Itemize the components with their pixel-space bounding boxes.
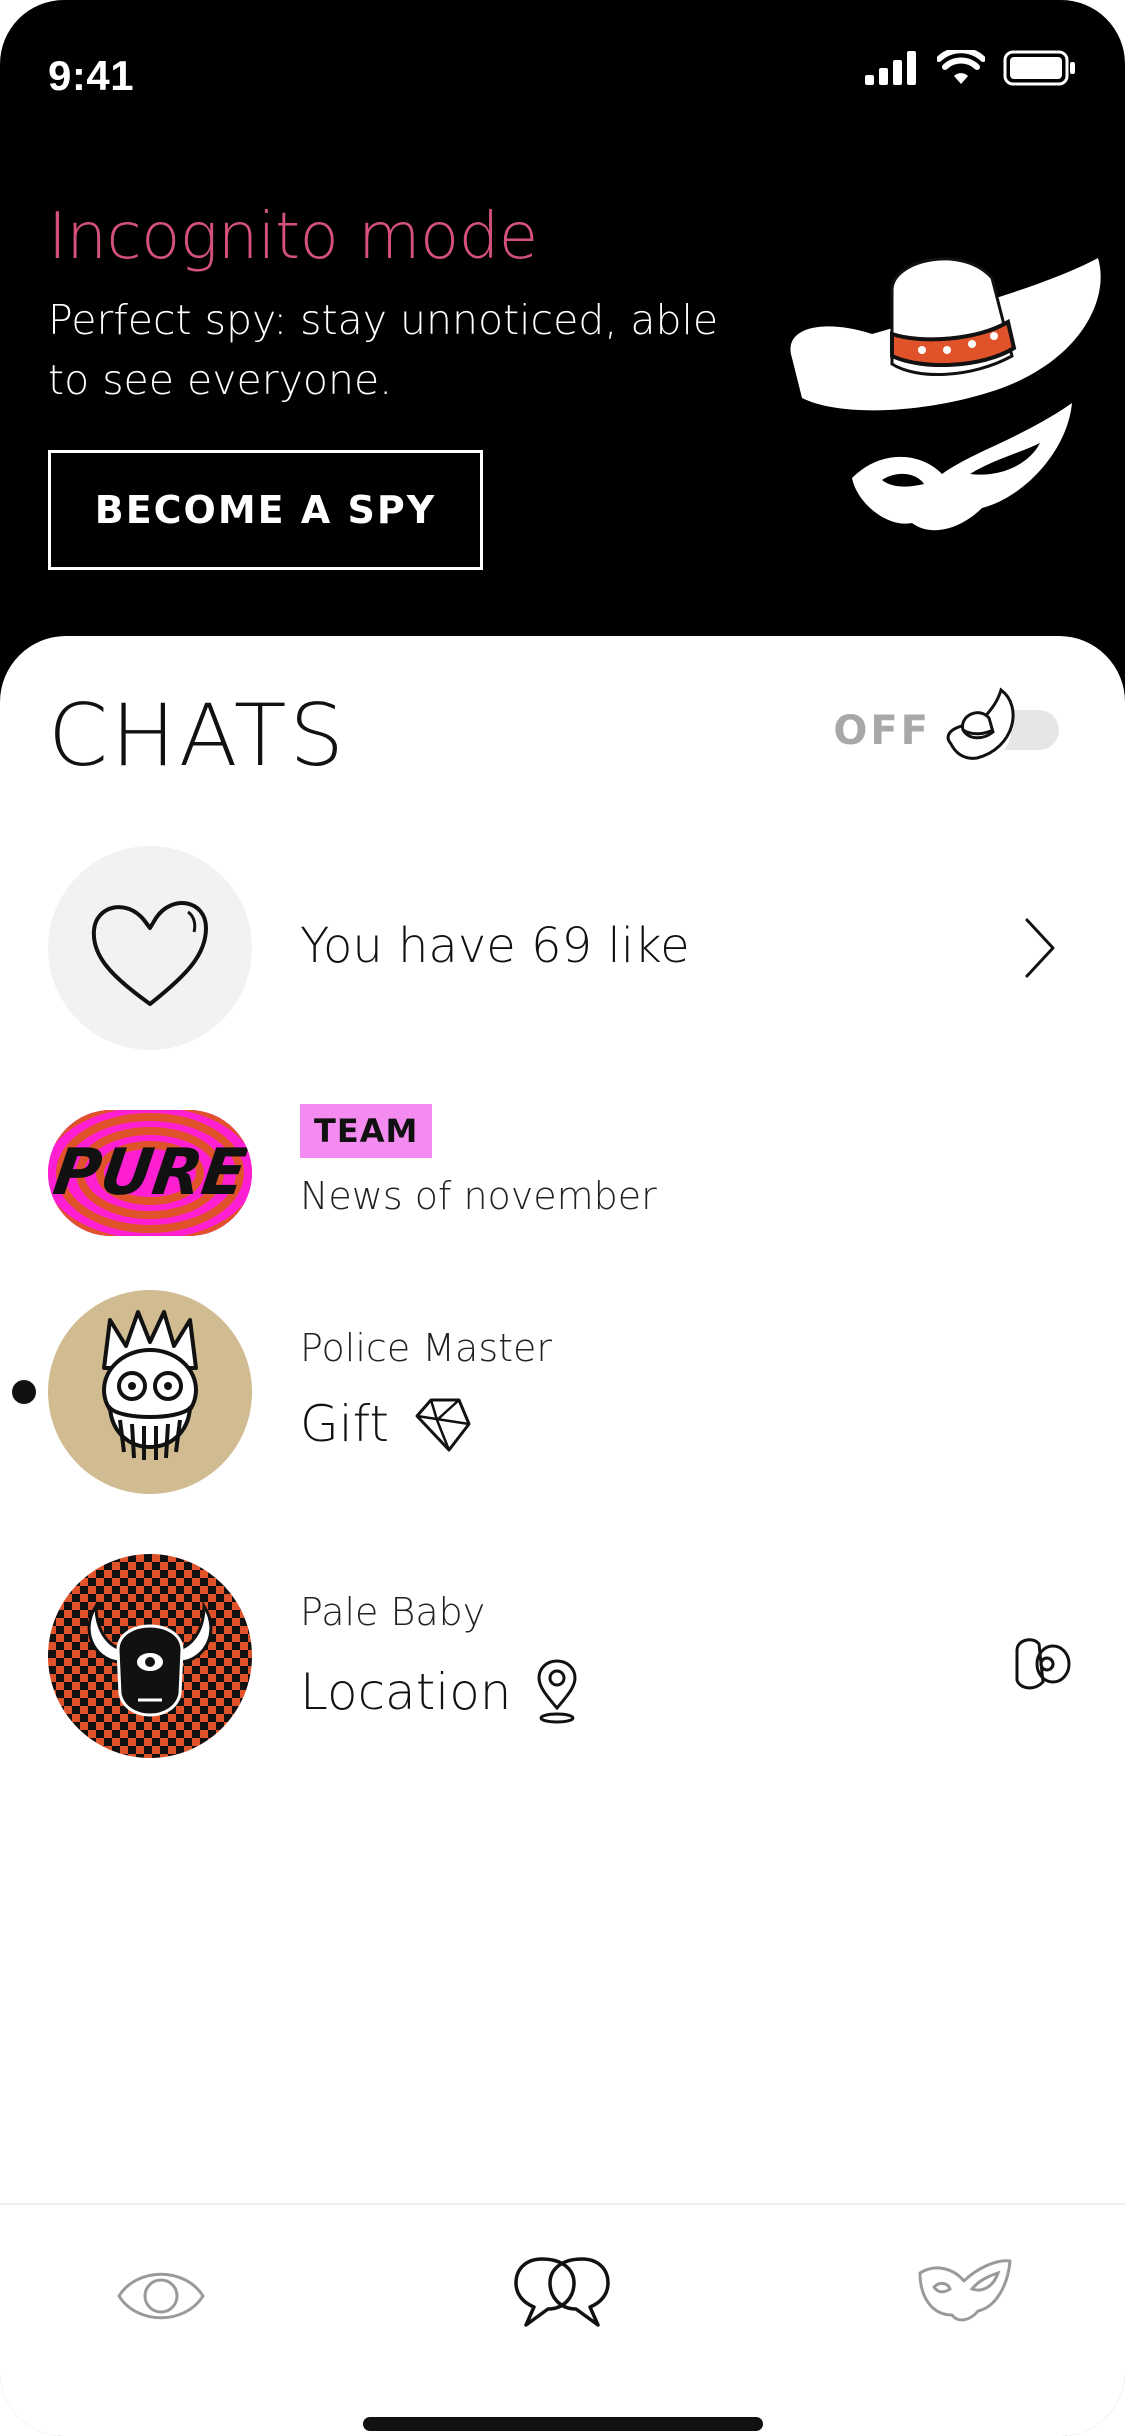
chat-message-text: Location	[300, 1663, 512, 1721]
chat-message-preview: News of november	[300, 1174, 657, 1218]
likes-count-text: You have 69 like	[300, 918, 690, 974]
team-badge: TEAM	[300, 1104, 433, 1158]
chat-contact-name: Pale Baby	[300, 1590, 486, 1634]
chat-message-text: Gift	[300, 1395, 389, 1453]
team-avatar-text: PURE	[48, 1136, 252, 1210]
status-icons	[865, 50, 1077, 86]
police-master-avatar	[48, 1290, 252, 1494]
tab-incognito-mask-icon[interactable]	[916, 2255, 1012, 2325]
chat-message-preview: Location	[300, 1658, 579, 1726]
home-indicator	[363, 2417, 763, 2431]
toggle-state-label: OFF	[833, 708, 931, 754]
chat-contact-name: Police Master	[300, 1326, 553, 1370]
likes-avatar	[48, 846, 252, 1050]
wifi-icon	[937, 50, 985, 84]
location-pin-icon	[537, 1659, 577, 1724]
chats-title: CHATS	[48, 686, 347, 786]
status-time: 9:41	[48, 52, 135, 99]
chat-row-police-master[interactable]: Police Master Gift	[0, 1290, 1125, 1494]
spy-hat-toggle-icon	[946, 687, 1059, 762]
chat-row-pale-baby[interactable]: Pale Baby Location	[0, 1554, 1125, 1758]
tab-bar	[0, 2203, 1125, 2436]
promo-description: Perfect spy: stay unnoticed, able to see…	[48, 296, 719, 404]
team-avatar: PURE	[48, 1110, 252, 1236]
battery-icon	[1003, 50, 1075, 86]
heart-icon	[91, 901, 208, 1006]
tab-discover-eye-icon[interactable]	[115, 2261, 207, 2331]
diamond-icon	[415, 1398, 471, 1452]
horned-mask-illustration	[48, 1554, 252, 1758]
chevron-right-icon	[1025, 918, 1055, 978]
pale-baby-avatar	[48, 1554, 252, 1758]
chat-row-team[interactable]: PURE TEAM News of november	[0, 1104, 1125, 1236]
become-spy-button[interactable]: BECOME A SPY	[48, 450, 483, 570]
spy-mode-toggle[interactable]: OFF	[833, 686, 1067, 776]
spy-hat-status-icon	[1015, 1638, 1071, 1690]
likes-row[interactable]: You have 69 like	[0, 846, 1125, 1050]
unread-indicator	[12, 1380, 36, 1404]
cellular-signal-icon	[865, 51, 916, 85]
tab-chats-icon[interactable]	[512, 2253, 612, 2331]
skull-king-illustration	[102, 1310, 198, 1460]
chats-panel: CHATS OFF You have 69 like PURE TEAM New…	[0, 636, 1125, 2436]
phone-screen: 9:41 Incognito mode Perfect spy: stay un…	[0, 0, 1125, 2436]
chat-message-preview: Gift	[300, 1394, 473, 1454]
spy-hat-mask-illustration	[790, 257, 1101, 531]
promo-title: Incognito mode	[48, 200, 538, 274]
